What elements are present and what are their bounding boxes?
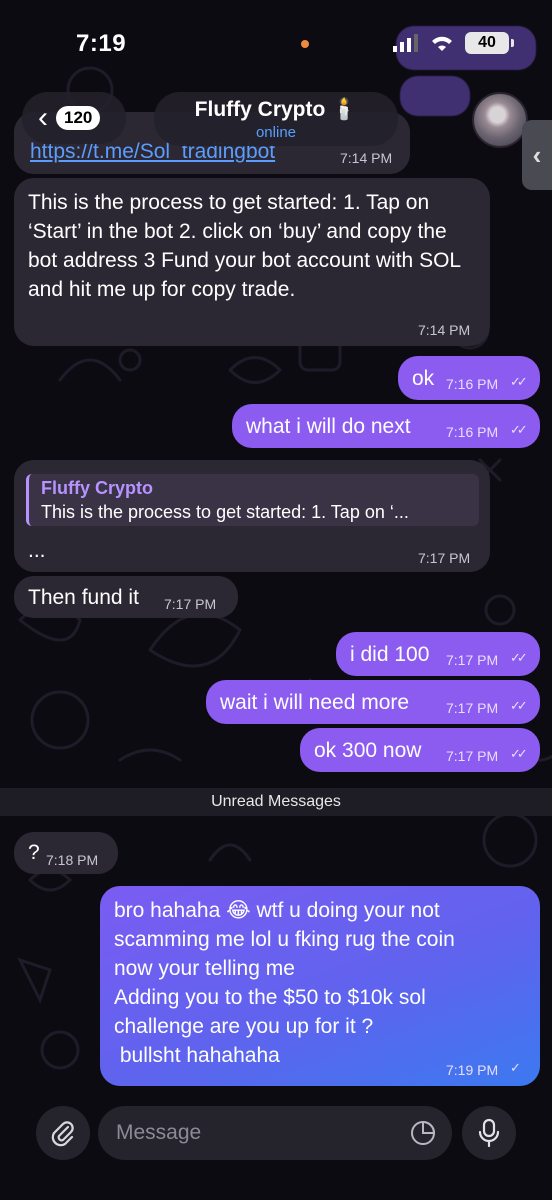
message-time: 7:14 PM [340, 150, 393, 166]
message-bubble-incoming[interactable]: Fluffy Crypto This is the process to get… [14, 460, 490, 572]
blurred-message-bubble [400, 76, 470, 116]
message-bubble-incoming[interactable]: ? 7:18 PM [14, 832, 118, 874]
message-input[interactable]: Message [98, 1106, 452, 1160]
side-panel-handle[interactable]: ‹ [522, 120, 552, 190]
chat-status: online [255, 124, 297, 141]
reply-author: Fluffy Crypto [41, 478, 153, 498]
status-bar-icons: 40 [393, 32, 514, 54]
message-bubble-incoming[interactable]: This is the process to get started: 1. T… [14, 178, 490, 346]
message-time: 7:17 PM [446, 748, 499, 764]
message-time: 7:18 PM [46, 852, 99, 868]
message-line: now your telling me [114, 957, 295, 980]
message-time: 7:17 PM [418, 550, 471, 566]
message-time: 7:14 PM [418, 322, 471, 338]
message-text: i did 100 [350, 643, 430, 666]
reply-snippet: This is the process to get started: 1. T… [41, 502, 409, 522]
signal-icon [393, 34, 418, 52]
message-time: 7:16 PM [446, 376, 499, 392]
message-bubble-outgoing[interactable]: ok 300 now 7:17 PM ✓✓ [300, 728, 540, 772]
message-bubble-incoming[interactable]: Then fund it 7:17 PM [14, 576, 238, 618]
message-text: wait i will need more [220, 691, 410, 714]
attach-button[interactable] [36, 1106, 90, 1160]
chat-title: Fluffy Crypto 🕯️ [194, 98, 358, 121]
paperclip-icon [51, 1121, 74, 1147]
microphone-icon [478, 1118, 500, 1148]
message-placeholder: Message [116, 1121, 202, 1144]
read-check-icon: ✓✓ [510, 746, 528, 761]
message-line: scamming me lol u fking rug the coin [114, 928, 455, 951]
message-bubble-outgoing[interactable]: i did 100 7:17 PM ✓✓ [336, 632, 540, 676]
wifi-icon [432, 36, 452, 51]
chat-header[interactable]: Fluffy Crypto 🕯️ online [154, 92, 398, 146]
read-check-icon: ✓✓ [510, 422, 528, 437]
message-text: ok 300 now [314, 739, 422, 762]
message-bubble-outgoing[interactable]: ok 7:16 PM ✓✓ [398, 356, 540, 400]
battery-icon: 40 [465, 32, 514, 54]
message-bubble-outgoing[interactable]: what i will do next 7:16 PM ✓✓ [232, 404, 540, 448]
read-check-icon: ✓✓ [510, 650, 528, 665]
status-bar-time: 7:19 [76, 30, 127, 57]
avatar[interactable] [472, 92, 528, 148]
message-time: 7:16 PM [446, 424, 499, 440]
message-text: ... [28, 539, 46, 562]
read-check-icon: ✓✓ [510, 698, 528, 713]
message-line: bro hahaha 😂 wtf u doing your not [114, 899, 440, 922]
mic-in-use-indicator [301, 40, 309, 48]
message-time: 7:17 PM [446, 700, 499, 716]
message-time: 7:17 PM [446, 652, 499, 668]
reply-quote[interactable]: Fluffy Crypto This is the process to get… [26, 474, 479, 526]
message-text: This is the process to get started: 1. T… [28, 191, 461, 301]
sticker-icon[interactable] [410, 1120, 436, 1146]
unread-count-badge: 120 [56, 106, 101, 130]
message-bubble-outgoing[interactable]: wait i will need more 7:17 PM ✓✓ [206, 680, 540, 724]
back-button[interactable]: ‹ 120 [22, 92, 126, 144]
read-check-icon: ✓✓ [510, 374, 528, 389]
unread-messages-divider: Unread Messages [0, 788, 552, 816]
message-text: ok [412, 367, 435, 390]
chevron-left-icon: ‹ [532, 139, 542, 170]
message-time: 7:17 PM [164, 596, 217, 612]
message-bubble-outgoing[interactable]: bro hahaha 😂 wtf u doing your not scammi… [100, 886, 540, 1086]
unread-messages-label: Unread Messages [211, 793, 341, 810]
message-time: 7:19 PM [446, 1062, 499, 1078]
message-text: bro hahaha 😂 wtf u doing your not scammi… [114, 896, 534, 1070]
message-text: ? [28, 841, 40, 864]
chevron-left-icon: ‹ [38, 101, 48, 134]
message-line: challenge are you up for it ? [114, 1015, 374, 1038]
message-text: Then fund it [28, 586, 139, 609]
message-line: Adding you to the $50 to $10k sol [114, 986, 426, 1009]
sent-check-icon: ✓ [510, 1060, 521, 1075]
voice-record-button[interactable] [462, 1106, 516, 1160]
message-text: what i will do next [246, 415, 411, 438]
